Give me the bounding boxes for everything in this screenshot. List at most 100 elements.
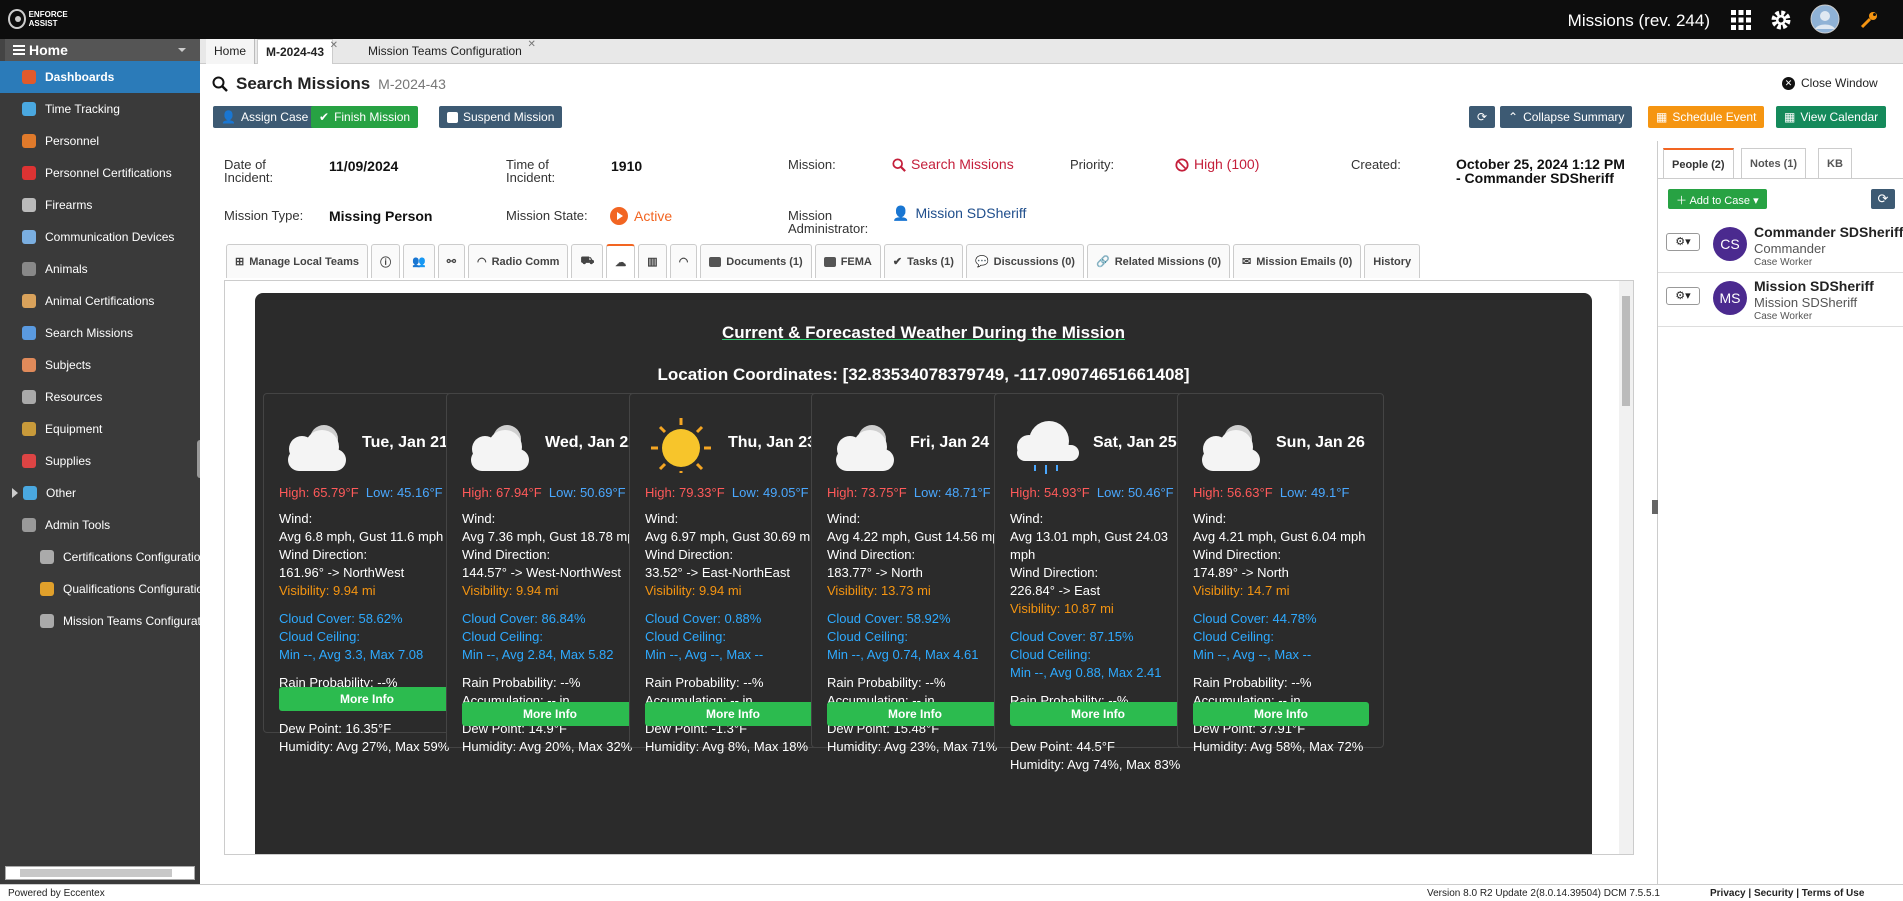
sidebar-item-icon xyxy=(22,166,36,180)
tab-people[interactable]: 👥 xyxy=(403,244,435,278)
avatar[interactable] xyxy=(1810,4,1840,34)
sidebar-item-certifications-configuratio[interactable]: Certifications Configuratio xyxy=(0,541,200,573)
sidebar-item-other[interactable]: Other xyxy=(0,477,200,509)
sidebar-item-animal-certifications[interactable]: Animal Certifications xyxy=(0,285,200,317)
sidebar-item-equipment[interactable]: Equipment xyxy=(0,413,200,445)
collapse-summary-button[interactable]: ⌃ Collapse Summary xyxy=(1500,106,1633,128)
time-value: 1910 xyxy=(611,158,643,174)
person-actions-button[interactable]: ⚙▾ xyxy=(1666,233,1700,251)
tab-kb[interactable]: KB xyxy=(1818,148,1852,178)
more-info-button[interactable]: More Info xyxy=(279,687,455,711)
person-actions-button[interactable]: ⚙▾ xyxy=(1666,287,1700,305)
security-link[interactable]: Security xyxy=(1754,888,1793,899)
sidebar-item-time-tracking[interactable]: Time Tracking xyxy=(0,93,200,125)
mission-link[interactable]: Search Missions xyxy=(892,157,1014,172)
tab-mission-emails[interactable]: ✉ Mission Emails (0) xyxy=(1233,244,1362,278)
sidebar-item-communication-devices[interactable]: Communication Devices xyxy=(0,221,200,253)
tab-history[interactable]: History xyxy=(1364,244,1421,278)
refresh-button[interactable]: ⟳ xyxy=(1469,106,1495,128)
sidebar-item-supplies[interactable]: Supplies xyxy=(0,445,200,477)
sidebar-item-label: Supplies xyxy=(45,454,92,468)
mission-admin-link[interactable]: 👤 Mission SDSheriff xyxy=(892,206,1026,220)
tab-fema[interactable]: FEMA xyxy=(814,244,881,278)
tab-truck[interactable]: ⛟ xyxy=(571,244,604,278)
sidebar-item-qualifications-configuratio[interactable]: Qualifications Configuratio xyxy=(0,573,200,605)
sidebar-item-search-missions[interactable]: Search Missions xyxy=(0,317,200,349)
sidebar-item-admin-tools[interactable]: Admin Tools xyxy=(0,509,200,541)
sidebar-item-subjects[interactable]: Subjects xyxy=(0,349,200,381)
sidebar-item-icon xyxy=(22,198,36,212)
tab-notes[interactable]: Notes (1) xyxy=(1741,148,1807,178)
tab-weather[interactable]: ☁ xyxy=(606,244,636,278)
privacy-link[interactable]: Privacy xyxy=(1710,888,1746,899)
tab-radio-comm[interactable]: ◠ Radio Comm xyxy=(467,244,569,278)
sidebar-item-animals[interactable]: Animals xyxy=(0,253,200,285)
more-info-button[interactable]: More Info xyxy=(1010,702,1186,726)
add-to-case-button[interactable]: ＋ Add to Case ▾ xyxy=(1668,189,1767,209)
tab-label: Related Missions (0) xyxy=(1114,255,1222,268)
sidebar-item-resources[interactable]: Resources xyxy=(0,381,200,413)
panel-resize-handle[interactable] xyxy=(1652,500,1658,514)
sidebar-home[interactable]: Home xyxy=(0,39,200,61)
tab-map[interactable]: ▥ xyxy=(638,244,667,278)
wifi-icon: ◠ xyxy=(678,256,689,268)
person-name[interactable]: Mission SDSheriff xyxy=(1754,278,1874,294)
high-temp: High: 67.94°F xyxy=(462,485,542,500)
tab-case[interactable]: M-2024-43 ✕ xyxy=(257,39,338,64)
tab-mission-teams[interactable]: Mission Teams Configuration ✕ xyxy=(360,39,536,64)
book-icon xyxy=(709,256,722,267)
sidebar-item-icon xyxy=(22,454,36,468)
scrollbar-thumb[interactable] xyxy=(1622,296,1630,406)
app-logo[interactable]: ENFORCE ASSIST xyxy=(8,8,88,30)
finish-mission-button[interactable]: ✔ Finish Mission xyxy=(311,106,419,128)
sidebar-item-personnel[interactable]: Personnel xyxy=(0,125,200,157)
wind-direction-label: Wind Direction: xyxy=(462,547,551,562)
tab-people[interactable]: People (2) xyxy=(1663,148,1734,178)
close-window-button[interactable]: ✕ Close Window xyxy=(1782,76,1878,90)
humidity: Humidity: Avg 20%, Max 32% xyxy=(462,739,633,754)
wrench-icon[interactable] xyxy=(1859,10,1879,30)
sidebar-item-label: Equipment xyxy=(45,422,103,436)
cloud-ceiling-value: Min --, Avg --, Max -- xyxy=(1193,647,1312,662)
tab-info[interactable]: ⓘ xyxy=(371,244,401,278)
gear-icon[interactable] xyxy=(1769,8,1793,32)
apps-grid-icon[interactable] xyxy=(1729,8,1753,32)
tab-signal[interactable]: ◠ xyxy=(669,244,698,278)
expand-arrow-icon[interactable] xyxy=(12,488,18,498)
scrollbar-thumb[interactable] xyxy=(20,869,172,877)
sidebar-item-firearms[interactable]: Firearms xyxy=(0,189,200,221)
refresh-button[interactable]: ⟳ xyxy=(1871,189,1895,209)
more-info-button[interactable]: More Info xyxy=(645,702,821,726)
tab-label: Discussions (0) xyxy=(993,255,1075,268)
cloud-ceiling-value: Min --, Avg 0.74, Max 4.61 xyxy=(827,647,979,662)
sidebar-item-dashboards[interactable]: Dashboards xyxy=(0,61,200,93)
tab-manage-local-teams[interactable]: ⊞ Manage Local Teams xyxy=(226,244,369,278)
tab-home[interactable]: Home xyxy=(206,39,256,64)
view-calendar-button[interactable]: ▦ View Calendar xyxy=(1776,106,1887,128)
schedule-event-button[interactable]: ▦ Schedule Event xyxy=(1648,106,1765,128)
person-name[interactable]: Commander SDSheriff xyxy=(1754,224,1903,240)
terms-link[interactable]: Terms of Use xyxy=(1802,888,1865,899)
chevron-down-icon: ▾ xyxy=(1753,195,1759,207)
sidebar-item-label: Personnel Certifications xyxy=(45,166,172,180)
sidebar-item-mission-teams-configurati[interactable]: Mission Teams Configurati xyxy=(0,605,200,637)
more-info-button[interactable]: More Info xyxy=(462,702,638,726)
tab-documents[interactable]: Documents (1) xyxy=(700,244,812,278)
more-info-button[interactable]: More Info xyxy=(1193,702,1369,726)
close-icon[interactable]: ✕ xyxy=(330,40,338,51)
sidebar-scrollbar[interactable] xyxy=(5,866,195,880)
wind-value: Avg 6.8 mph, Gust 11.6 mph xyxy=(279,529,444,544)
sidebar-item-label: Dashboards xyxy=(45,70,115,84)
close-icon[interactable]: ✕ xyxy=(527,39,535,50)
sidebar-item-label: Search Missions xyxy=(45,326,134,340)
suspend-mission-label: Suspend Mission xyxy=(463,110,555,124)
suspend-mission-button[interactable]: Suspend Mission xyxy=(439,106,563,128)
tab-tasks[interactable]: ✔ Tasks (1) xyxy=(883,244,963,278)
tab-discussions[interactable]: 💬 Discussions (0) xyxy=(965,244,1084,278)
sidebar-item-personnel-certifications[interactable]: Personnel Certifications xyxy=(0,157,200,189)
more-info-button[interactable]: More Info xyxy=(827,702,1003,726)
tab-binoculars[interactable]: ⚯ xyxy=(437,244,465,278)
tab-related-missions[interactable]: 🔗 Related Missions (0) xyxy=(1086,244,1231,278)
sidebar-item-icon xyxy=(22,422,36,436)
weather-scrollbar[interactable] xyxy=(1619,281,1633,854)
